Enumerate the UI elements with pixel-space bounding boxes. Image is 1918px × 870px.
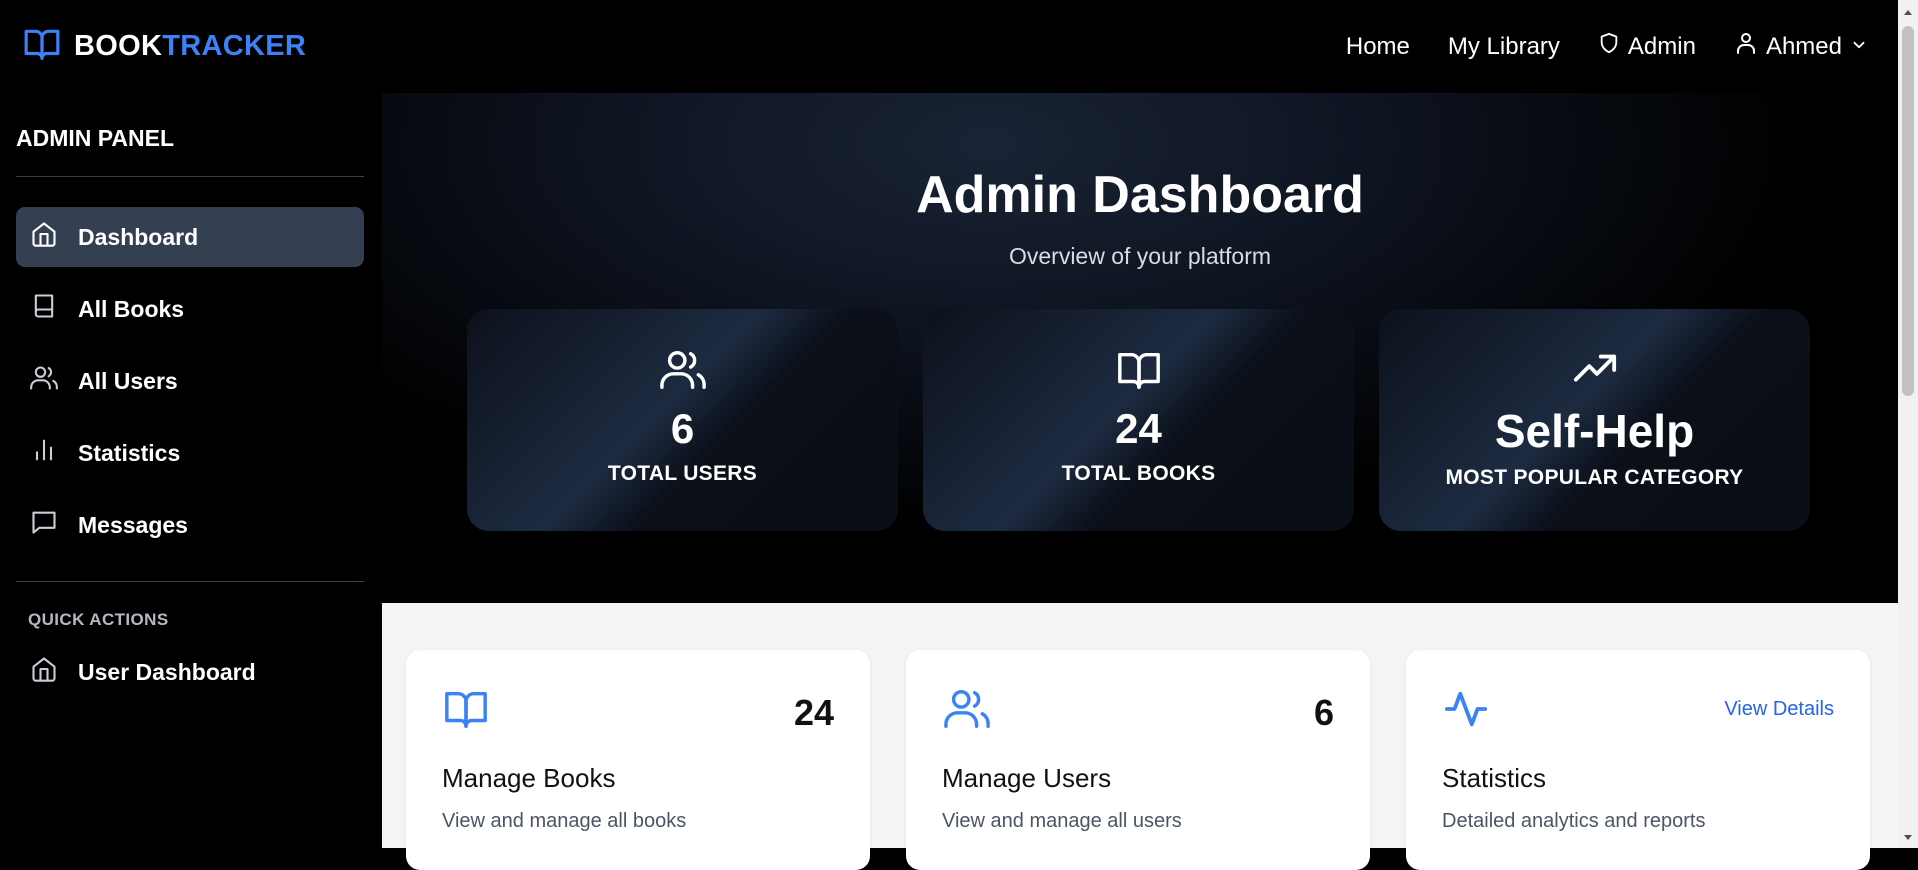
card-description: View and manage all users: [942, 810, 1182, 832]
stat-value: 6: [670, 405, 695, 452]
sidebar-item-label: Statistics: [78, 439, 181, 466]
card-count: 6: [1313, 692, 1334, 733]
admin-sidebar: ADMIN PANEL Dashboard All Books All User…: [0, 93, 382, 848]
card-title: Manage Books: [442, 763, 616, 793]
stat-value: Self-Help: [1494, 405, 1695, 457]
sidebar-item-label: All Books: [78, 295, 185, 322]
book-icon: [30, 292, 58, 326]
brand-logo[interactable]: BOOKTRACKER: [22, 25, 306, 68]
sidebar-item-statistics[interactable]: Statistics: [16, 423, 364, 483]
statistics-card[interactable]: View Details Statistics Detailed analyti…: [1406, 650, 1870, 870]
stat-label: MOST POPULAR CATEGORY: [1445, 466, 1744, 489]
quick-actions-title: QUICK ACTIONS: [28, 610, 169, 629]
scroll-down-arrow-icon[interactable]: [1902, 830, 1914, 842]
sidebar-item-all-users[interactable]: All Users: [16, 351, 364, 411]
page-scrollbar[interactable]: [1898, 0, 1918, 848]
trending-up-icon: [1570, 347, 1620, 398]
sidebar-item-label: All Users: [78, 367, 178, 394]
book-open-icon: [442, 691, 490, 736]
home-icon: [30, 655, 58, 689]
card-title: Manage Users: [942, 763, 1112, 793]
top-navbar: BOOKTRACKER Home My Library Admin Ahmed: [0, 0, 1898, 93]
user-menu[interactable]: Ahmed: [1734, 30, 1868, 63]
users-icon: [942, 690, 992, 736]
users-icon: [30, 364, 58, 398]
card-count: 24: [793, 692, 834, 733]
sidebar-item-label: Dashboard: [78, 223, 199, 250]
activity-icon: [1442, 691, 1490, 736]
scroll-up-arrow-icon[interactable]: [1902, 6, 1914, 18]
stat-card-popular-category: Self-Help MOST POPULAR CATEGORY: [1379, 309, 1810, 531]
sidebar-item-messages[interactable]: Messages: [16, 495, 364, 555]
sidebar-item-dashboard[interactable]: Dashboard: [16, 207, 364, 267]
sidebar-item-user-dashboard[interactable]: User Dashboard: [16, 642, 364, 702]
stat-card-total-users: 6 TOTAL USERS: [467, 309, 898, 531]
sidebar-item-all-books[interactable]: All Books: [16, 279, 364, 339]
message-icon: [30, 508, 58, 542]
shield-icon: [1598, 31, 1620, 62]
nav-admin-label: Admin: [1627, 32, 1696, 60]
sidebar-nav: Dashboard All Books All Users Statistics…: [16, 207, 364, 555]
hero-banner: Admin Dashboard Overview of your platfor…: [382, 93, 1898, 603]
main-content: 24 Manage Books View and manage all book…: [382, 603, 1898, 870]
sidebar-item-label: Messages: [78, 511, 188, 538]
stat-label: TOTAL USERS: [607, 462, 758, 485]
card-description: Detailed analytics and reports: [1442, 810, 1706, 832]
sidebar-divider: [16, 581, 364, 582]
stat-value: 24: [1115, 405, 1162, 452]
page-subtitle: Overview of your platform: [1008, 243, 1272, 269]
nav-my-library-link[interactable]: My Library: [1448, 33, 1560, 61]
stat-card-total-books: 24 TOTAL BOOKS: [923, 309, 1354, 531]
scrollbar-thumb[interactable]: [1902, 26, 1914, 396]
nav-home-link[interactable]: Home: [1346, 33, 1410, 61]
page-title: Admin Dashboard: [916, 166, 1364, 224]
manage-books-card[interactable]: 24 Manage Books View and manage all book…: [406, 650, 870, 870]
card-title: Statistics: [1442, 763, 1547, 793]
main-nav: Home My Library Admin Ahmed: [1346, 30, 1868, 63]
home-icon: [30, 220, 58, 254]
card-description: View and manage all books: [442, 810, 687, 832]
user-name: Ahmed: [1765, 32, 1842, 60]
nav-admin-link[interactable]: Admin: [1598, 31, 1696, 62]
manage-users-card[interactable]: 6 Manage Users View and manage all users: [906, 650, 1370, 870]
book-open-icon: [1115, 347, 1163, 398]
sidebar-title: ADMIN PANEL: [16, 93, 364, 177]
book-open-icon: [22, 25, 62, 68]
user-icon: [1734, 30, 1758, 63]
bar-chart-icon: [30, 436, 58, 470]
sidebar-item-label: User Dashboard: [78, 658, 256, 685]
brand-name: BOOKTRACKER: [74, 30, 307, 62]
chevron-down-icon: [1850, 33, 1868, 61]
users-icon: [658, 347, 708, 398]
view-details-link[interactable]: View Details: [1724, 698, 1834, 721]
stat-label: TOTAL BOOKS: [1061, 462, 1216, 485]
